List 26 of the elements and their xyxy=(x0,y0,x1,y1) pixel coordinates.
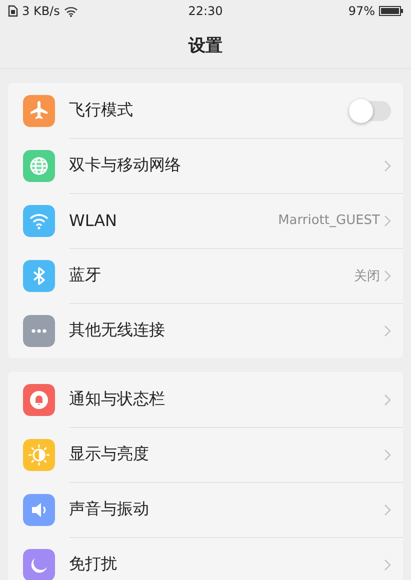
setting-label[interactable]: WLAN xyxy=(69,211,278,230)
setting-value: 关闭 xyxy=(354,268,380,284)
sim-card-icon xyxy=(8,5,18,17)
chevron-icon xyxy=(384,324,391,336)
battery-percent: 97% xyxy=(348,4,375,18)
setting-label[interactable]: 通知与状态栏 xyxy=(69,389,384,410)
chevron-icon xyxy=(384,394,391,406)
page-title: 设置 xyxy=(188,34,222,56)
setting-label[interactable]: 双卡与移动网络 xyxy=(69,155,384,176)
setting-label[interactable]: 蓝牙 xyxy=(69,265,354,286)
battery-icon xyxy=(379,6,403,16)
setting-label[interactable]: 飞行模式 xyxy=(69,100,353,121)
chevron-icon xyxy=(384,160,391,172)
network-speed: 3 KB/s xyxy=(22,4,60,18)
chevron-icon xyxy=(384,214,391,226)
wifi-icon xyxy=(64,6,78,16)
setting-label[interactable]: 免打扰 xyxy=(69,554,384,575)
chevron-icon xyxy=(384,270,391,282)
chevron-icon xyxy=(384,504,391,516)
setting-label[interactable]: 声音与振动 xyxy=(69,499,384,520)
chevron-icon xyxy=(384,558,391,570)
setting-label[interactable]: 显示与亮度 xyxy=(69,444,384,465)
chevron-icon xyxy=(384,448,391,460)
clock: 22:30 xyxy=(188,4,223,18)
setting-label[interactable]: 其他无线连接 xyxy=(69,320,384,341)
setting-value: Marriott_GUEST xyxy=(278,213,380,228)
